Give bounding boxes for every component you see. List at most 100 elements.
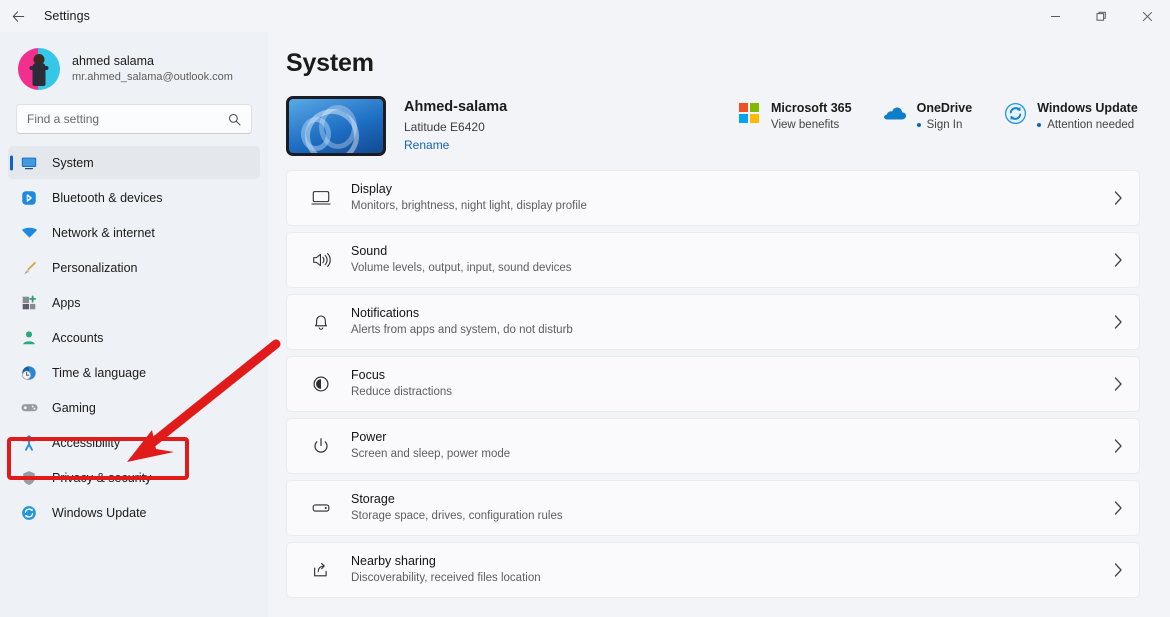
apps-icon [18, 292, 40, 314]
sidebar-item-label: Accessibility [52, 435, 121, 450]
settings-row-focus[interactable]: Focus Reduce distractions [286, 356, 1140, 412]
widget-windows-update[interactable]: Windows Update Attention needed [1002, 100, 1138, 134]
sidebar-item-accessibility[interactable]: Accessibility [8, 426, 260, 459]
rename-link[interactable]: Rename [404, 136, 507, 155]
search-container [0, 90, 268, 134]
sidebar-item-personalization[interactable]: Personalization [8, 251, 260, 284]
chevron-right-icon [1114, 315, 1123, 329]
sidebar-item-label: Time & language [52, 365, 147, 380]
back-button[interactable] [0, 0, 36, 32]
update-sync-icon [18, 502, 40, 524]
title-bar: Settings [0, 0, 1170, 32]
settings-row-storage[interactable]: Storage Storage space, drives, configura… [286, 480, 1140, 536]
sidebar-item-network-internet[interactable]: Network & internet [8, 216, 260, 249]
wifi-icon [18, 222, 40, 244]
sidebar-item-accounts[interactable]: Accounts [8, 321, 260, 354]
search-box[interactable] [16, 104, 252, 134]
storage-drive-icon [307, 494, 335, 522]
sidebar-item-privacy-security[interactable]: Privacy & security [8, 461, 260, 494]
row-subtitle: Volume levels, output, input, sound devi… [351, 262, 572, 275]
status-widgets: Microsoft 365 View benefits OneDrive Sig… [736, 100, 1138, 134]
chevron-right-icon [1114, 439, 1123, 453]
sidebar-nav: System Bluetooth & devices Network & int… [0, 146, 268, 529]
share-icon [307, 556, 335, 584]
sidebar-item-bluetooth-devices[interactable]: Bluetooth & devices [8, 181, 260, 214]
speaker-icon [307, 246, 335, 274]
widget-subtitle[interactable]: View benefits [771, 117, 852, 134]
sidebar: ahmed salama mr.ahmed_salama@outlook.com [0, 32, 268, 617]
sidebar-item-apps[interactable]: Apps [8, 286, 260, 319]
close-button[interactable] [1124, 0, 1170, 32]
row-subtitle: Reduce distractions [351, 386, 452, 399]
gamepad-icon [18, 397, 40, 419]
account-email: mr.ahmed_salama@outlook.com [72, 71, 233, 84]
account-profile[interactable]: ahmed salama mr.ahmed_salama@outlook.com [0, 32, 268, 90]
sidebar-item-label: Windows Update [52, 505, 147, 520]
widget-microsoft-365[interactable]: Microsoft 365 View benefits [736, 100, 852, 134]
device-model: Latitude E6420 [404, 120, 485, 135]
sidebar-item-label: Gaming [52, 400, 96, 415]
row-subtitle: Alerts from apps and system, do not dist… [351, 324, 573, 337]
settings-row-notifications[interactable]: Notifications Alerts from apps and syste… [286, 294, 1140, 350]
bluetooth-icon [18, 187, 40, 209]
row-title: Focus [351, 367, 386, 382]
widget-onedrive[interactable]: OneDrive Sign In [882, 100, 973, 134]
status-dot [1037, 123, 1042, 128]
shield-icon [18, 467, 40, 489]
settings-row-display[interactable]: Display Monitors, brightness, night ligh… [286, 170, 1140, 226]
sidebar-item-label: Bluetooth & devices [52, 190, 163, 205]
minimize-button[interactable] [1032, 0, 1078, 32]
minimize-icon [1050, 15, 1060, 17]
device-name: Ahmed-salama [404, 99, 508, 116]
microsoft-logo-icon [736, 100, 762, 126]
monitor-icon [18, 152, 40, 174]
bell-icon [307, 308, 335, 336]
row-subtitle: Storage space, drives, configuration rul… [351, 510, 563, 523]
maximize-button[interactable] [1078, 0, 1124, 32]
status-dot [916, 123, 921, 128]
windows-bloom-wallpaper [286, 96, 386, 156]
widget-subtitle[interactable]: Sign In [916, 117, 973, 134]
device-summary: Ahmed-salama Latitude E6420 Rename Micro… [268, 78, 1170, 156]
window-controls [1032, 0, 1170, 32]
row-title: Sound [351, 243, 388, 258]
avatar [18, 48, 60, 90]
row-subtitle: Screen and sleep, power mode [351, 448, 511, 461]
row-title: Nearby sharing [351, 553, 436, 568]
back-arrow-icon [12, 10, 24, 22]
sidebar-item-windows-update[interactable]: Windows Update [8, 496, 260, 529]
chevron-right-icon [1114, 501, 1123, 515]
row-title: Storage [351, 491, 395, 506]
widget-title: Windows Update [1037, 101, 1138, 115]
row-subtitle: Monitors, brightness, night light, displ… [351, 200, 587, 213]
person-icon [18, 327, 40, 349]
settings-list: Display Monitors, brightness, night ligh… [268, 170, 1170, 598]
restore-icon [1096, 11, 1106, 21]
clock-globe-icon [18, 362, 40, 384]
row-subtitle: Discoverability, received files location [351, 572, 541, 585]
search-input[interactable] [27, 112, 228, 126]
account-name: ahmed salama [72, 54, 154, 69]
widget-title: OneDrive [916, 101, 973, 115]
sidebar-item-time-language[interactable]: Time & language [8, 356, 260, 389]
settings-window: Settings ahmed salama mr.ahmed_salama@ou… [0, 0, 1170, 617]
sidebar-item-label: Accounts [52, 330, 104, 345]
widget-subtitle[interactable]: Attention needed [1037, 117, 1138, 134]
page-title: System [286, 49, 374, 77]
sidebar-item-system[interactable]: System [8, 146, 260, 179]
settings-row-power[interactable]: Power Screen and sleep, power mode [286, 418, 1140, 474]
display-monitor-icon [307, 184, 335, 212]
row-title: Display [351, 181, 392, 196]
sidebar-item-label: Personalization [52, 260, 138, 275]
search-icon [228, 113, 241, 126]
settings-row-sound[interactable]: Sound Volume levels, output, input, soun… [286, 232, 1140, 288]
settings-row-nearby-sharing[interactable]: Nearby sharing Discoverability, received… [286, 542, 1140, 598]
chevron-right-icon [1114, 377, 1123, 391]
sidebar-item-gaming[interactable]: Gaming [8, 391, 260, 424]
paintbrush-icon [18, 257, 40, 279]
focus-moon-icon [307, 370, 335, 398]
main-content: System Ahmed-salama Latitude E6420 Renam… [268, 32, 1170, 617]
row-title: Notifications [351, 305, 420, 320]
chevron-right-icon [1114, 563, 1123, 577]
sidebar-item-label: Privacy & security [52, 470, 152, 485]
